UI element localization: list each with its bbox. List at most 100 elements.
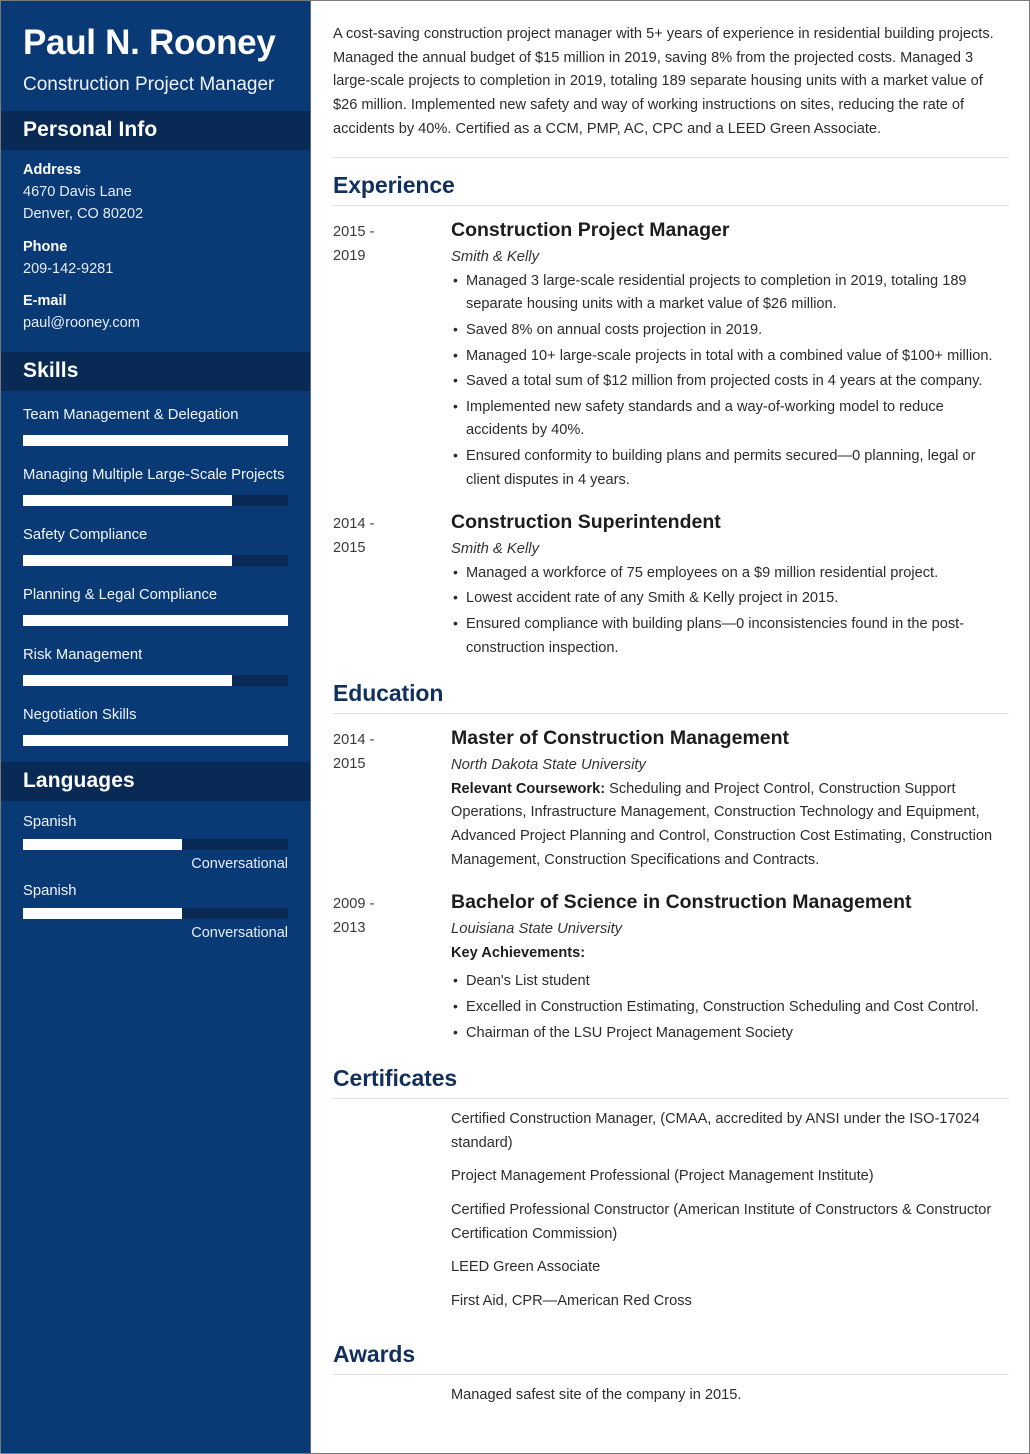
phone-value[interactable]: 209-142-9281 [23, 258, 288, 280]
entry-note-label: Key Achievements: [451, 944, 586, 961]
languages-list: Spanish Conversational Spanish Conversat… [1, 801, 310, 962]
skill-item: Negotiation Skills [23, 705, 288, 746]
resume-page: Paul N. Rooney Construction Project Mana… [0, 0, 1030, 1454]
skill-label: Risk Management [23, 646, 143, 663]
bar-fill [23, 554, 233, 566]
bar-fill [23, 494, 233, 506]
language-proficiency: Conversational [191, 924, 288, 941]
plain-entry-text: Project Management Professional (Project… [451, 1168, 874, 1185]
resume-entry: 2014 -2015 Construction Superintendent S… [333, 498, 1009, 666]
entry-dates-spacer [333, 1108, 451, 1155]
resume-entry: 2009 -2013 Bachelor of Science in Constr… [333, 878, 1009, 1051]
skill-label: Team Management & Delegation [23, 406, 239, 423]
skill-level-bar [23, 434, 288, 446]
language-proficiency: Conversational [191, 855, 288, 872]
bar-fill [23, 434, 288, 446]
entry-dates: 2015 -2019 [333, 224, 375, 264]
bar-fill [23, 838, 182, 850]
section-heading-experience: Experience [333, 172, 1009, 207]
skill-level-bar [23, 674, 288, 686]
skill-item: Risk Management [23, 645, 288, 686]
personal-info-body: Address 4670 Davis Lane Denver, CO 80202… [1, 150, 310, 352]
certificates-list: Certified Construction Manager, (CMAA, a… [333, 1099, 1009, 1326]
skill-item: Team Management & Delegation [23, 405, 288, 446]
entry-bullet: Lowest accident rate of any Smith & Kell… [451, 586, 1009, 611]
awards-list: Managed safest site of the company in 20… [333, 1375, 1009, 1421]
language-item: Spanish Conversational [23, 814, 288, 872]
bar-fill [23, 674, 233, 686]
language-item: Spanish Conversational [23, 883, 288, 941]
entry-bullet: Managed 3 large-scale residential projec… [451, 269, 1009, 317]
contact-group-phone: Phone 209-142-9281 [23, 239, 288, 280]
entry-subtitle: North Dakota State University [451, 756, 646, 773]
entry-dates-spacer [333, 1384, 451, 1408]
address-line-1: 4670 Davis Lane [23, 183, 132, 200]
bar-fill [23, 614, 288, 626]
entry-note: Key Achievements: [451, 942, 1009, 966]
section-heading-certificates: Certificates [333, 1065, 1009, 1100]
email-value[interactable]: paul@rooney.com [23, 312, 288, 334]
entry-body: Construction Superintendent Smith & Kell… [451, 510, 1009, 660]
entry-body: Construction Project Manager Smith & Kel… [451, 218, 1009, 492]
entry-body: Master of Construction Management North … [451, 726, 1009, 872]
section-heading-awards: Awards [333, 1341, 1009, 1375]
entry-dates-spacer [333, 1199, 451, 1246]
skill-item: Safety Compliance [23, 525, 288, 566]
entry-bullet: Managed 10+ large-scale projects in tota… [451, 344, 1009, 369]
education-entries: 2014 -2015 Master of Construction Manage… [333, 714, 1009, 1051]
skill-label: Planning & Legal Compliance [23, 586, 218, 603]
plain-entry-text: Managed safest site of the company in 20… [451, 1386, 742, 1403]
entry-title: Bachelor of Science in Construction Mana… [451, 891, 912, 914]
entry-bullet-list: Managed a workforce of 75 employees on a… [451, 561, 1009, 661]
sidebar: Paul N. Rooney Construction Project Mana… [1, 1, 311, 1453]
entry-bullet: Ensured compliance with building plans—0… [451, 612, 1009, 660]
plain-entry: First Aid, CPR—American Red Cross [333, 1281, 1009, 1315]
entry-bullet: Implemented new safety standards and a w… [451, 395, 1009, 443]
section-heading-education: Education [333, 680, 1009, 715]
plain-entry: Project Management Professional (Project… [333, 1156, 1009, 1190]
entry-note: Relevant Coursework: Scheduling and Proj… [451, 780, 993, 868]
professional-summary: A cost-saving construction project manag… [333, 23, 1009, 159]
entry-note-label: Relevant Coursework: [451, 780, 606, 797]
entry-subtitle: Smith & Kelly [451, 248, 539, 265]
skill-level-bar [23, 614, 288, 626]
resume-entry: 2014 -2015 Master of Construction Manage… [333, 714, 1009, 878]
skills-list: Team Management & Delegation Managing Mu… [1, 391, 310, 762]
language-level-bar [23, 907, 288, 919]
entry-dates-spacer [333, 1165, 451, 1189]
skill-label: Negotiation Skills [23, 706, 137, 723]
skill-item: Managing Multiple Large-Scale Projects [23, 465, 288, 506]
phone-label: Phone [23, 238, 68, 255]
skill-item: Planning & Legal Compliance [23, 585, 288, 626]
plain-entry: Managed safest site of the company in 20… [333, 1375, 1009, 1409]
entry-bullet: Saved a total sum of $12 million from pr… [451, 369, 1009, 394]
entry-dates: 2014 -2015 [333, 516, 375, 556]
entry-dates-spacer [333, 1256, 451, 1280]
entry-bullet-list: Managed 3 large-scale residential projec… [451, 269, 1009, 493]
entry-title: Construction Project Manager [451, 219, 730, 242]
entry-bullet: Chairman of the LSU Project Management S… [451, 1021, 1009, 1046]
plain-entry: LEED Green Associate [333, 1247, 1009, 1281]
resume-entry: 2015 -2019 Construction Project Manager … [333, 206, 1009, 498]
language-level-bar [23, 838, 288, 850]
sidebar-heading-personal-info: Personal Info [1, 110, 310, 150]
skill-label: Safety Compliance [23, 526, 148, 543]
plain-entry-text: First Aid, CPR—American Red Cross [451, 1293, 692, 1309]
skill-level-bar [23, 494, 288, 506]
plain-entry-text: Certified Construction Manager, (CMAA, a… [451, 1111, 980, 1151]
skill-level-bar [23, 734, 288, 746]
name-block: Paul N. Rooney Construction Project Mana… [1, 1, 310, 111]
language-label: Spanish [23, 813, 77, 830]
plain-entry: Certified Construction Manager, (CMAA, a… [333, 1099, 1009, 1156]
sidebar-heading-languages: Languages [1, 761, 310, 801]
entry-subtitle: Smith & Kelly [451, 540, 539, 557]
language-label: Spanish [23, 882, 77, 899]
entry-body: Bachelor of Science in Construction Mana… [451, 890, 1009, 1045]
candidate-name: Paul N. Rooney [23, 23, 276, 62]
candidate-job-title: Construction Project Manager [23, 74, 275, 96]
contact-group-email: E-mail paul@rooney.com [23, 293, 288, 334]
contact-group-address: Address 4670 Davis Lane Denver, CO 80202 [23, 162, 288, 226]
address-line-2: Denver, CO 80202 [23, 206, 144, 223]
entry-title: Construction Superintendent [451, 511, 721, 534]
entry-bullet-list: Dean's List studentExcelled in Construct… [451, 969, 1009, 1046]
